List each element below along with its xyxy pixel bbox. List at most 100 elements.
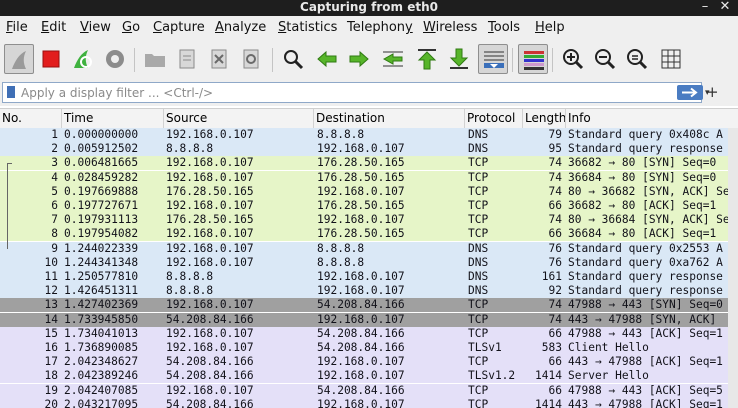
apply-filter-arrow-icon[interactable] [677,85,703,100]
cell-protocol: TCP [468,227,489,241]
reload-icon[interactable] [236,44,266,74]
packet-list: No. Time Source Destination Protocol Len… [0,108,738,408]
column-header-time[interactable]: Time [62,109,164,128]
save-file-icon[interactable] [172,44,202,74]
menu-statistics[interactable]: Statistics [278,20,337,36]
display-filter-input[interactable] [21,83,661,102]
go-back-icon[interactable] [312,44,342,74]
packet-row[interactable]: 10 1.244341348 192.168.0.107 8.8.8.8 DNS 76 St… [0,255,738,270]
column-header-info[interactable]: Info [566,109,738,128]
cell-destination: 8.8.8.8 [317,255,365,269]
display-filter-field: ▾ [2,82,710,103]
open-folder-icon[interactable] [140,44,170,74]
packet-row[interactable]: 5 0.197669888 176.28.50.165 192.168.0.107 TC… [0,184,738,199]
packet-row[interactable]: 15 1.734041013 192.168.0.107 54.208.84.166 T… [0,326,738,341]
cell-time: 1.244022339 [64,241,139,255]
cell-protocol: TCP [468,326,489,340]
menu-capture[interactable]: Capture [153,20,205,36]
add-filter-button[interactable]: + [706,83,719,101]
packet-row[interactable]: 3 0.006481665 192.168.0.107 176.28.50.165 TC… [0,156,738,171]
cell-time: 0.197931113 [64,213,139,227]
window-title: Capturing from eth0 [300,0,438,14]
menu-go[interactable]: Go [122,20,140,36]
minimize-button[interactable]: – [694,0,716,16]
packet-row[interactable]: 12 1.426451311 8.8.8.8 192.168.0.107 DNS 92 St… [0,284,738,299]
menu-edit[interactable]: Edit [41,20,66,36]
bookmark-icon[interactable] [7,86,15,98]
menu-telephony[interactable]: Telephony [347,20,413,36]
cell-length: 74 [548,213,562,227]
packet-row[interactable]: 4 0.028459282 192.168.0.107 176.28.50.165 TC… [0,170,738,185]
cell-source: 192.168.0.107 [166,156,254,170]
packet-row[interactable]: 14 1.733945850 54.208.84.166 192.168.0.107 T… [0,312,738,327]
packet-row[interactable]: 18 2.042389246 54.208.84.166 192.168.0.107 T… [0,369,738,384]
packet-row[interactable]: 19 2.042407085 192.168.0.107 54.208.84.166 T… [0,383,738,398]
go-to-packet-icon[interactable] [378,44,408,74]
zoom-in-icon[interactable] [558,44,588,74]
packet-row[interactable]: 13 1.427402369 192.168.0.107 54.208.84.166 T… [0,298,738,313]
colorize-icon[interactable] [518,44,548,74]
cell-time: 1.250577810 [64,270,139,283]
cell-protocol: TCP [468,170,489,184]
cell-no: 15 [44,326,58,340]
capture-options-icon[interactable] [100,44,130,74]
packet-row[interactable]: 17 2.042348627 54.208.84.166 192.168.0.107 T… [0,355,738,370]
menu-wireless[interactable]: Wireless [423,20,477,36]
packet-row[interactable]: 1 0.000000000 192.168.0.107 8.8.8.8 DNS 79 Sta… [0,128,738,142]
packet-row[interactable]: 2 0.005912502 8.8.8.8 192.168.0.107 DNS 95 Sta… [0,142,738,157]
menu-tools[interactable]: Tools [488,20,520,36]
zoom-out-icon[interactable] [590,44,620,74]
go-last-icon[interactable] [444,44,474,74]
cell-time: 0.000000000 [64,128,139,141]
cell-info: 47988 → 443 [SYN] Seq=0 [568,298,723,312]
cell-length: 1414 [535,397,562,408]
column-header-source[interactable]: Source [164,109,314,128]
cell-length: 161 [541,270,562,283]
menu-analyze[interactable]: Analyze [215,20,266,36]
packet-row[interactable]: 9 1.244022339 192.168.0.107 8.8.8.8 DNS 76 Sta… [0,241,738,256]
cell-source: 54.208.84.166 [166,397,254,408]
find-packet-icon[interactable] [278,44,308,74]
cell-protocol: TCP [468,298,489,312]
cell-length: 74 [548,184,562,198]
go-first-icon[interactable] [412,44,442,74]
cell-protocol: DNS [468,142,489,156]
close-window-button[interactable]: ✕ [714,0,736,16]
cell-destination: 54.208.84.166 [317,383,405,397]
cell-info: Standard query response [568,142,723,156]
column-header-destination[interactable]: Destination [314,109,465,128]
packet-row[interactable]: 6 0.197727671 192.168.0.107 176.28.50.165 TC… [0,199,738,213]
menu-help[interactable]: Help [535,20,565,36]
cell-protocol: DNS [468,284,489,298]
go-forward-icon[interactable] [344,44,374,74]
title-bar: Capturing from eth0 – ✕ [0,0,738,16]
auto-scroll-icon[interactable] [478,44,508,74]
packet-row[interactable]: 11 1.250577810 8.8.8.8 192.168.0.107 DNS 161 S… [0,270,738,284]
cell-destination: 176.28.50.165 [317,156,405,170]
cell-info: 47988 → 443 [ACK] Seq=5 [568,383,723,397]
cell-protocol: TCP [468,184,489,198]
stop-icon[interactable] [36,44,66,74]
cell-destination: 8.8.8.8 [317,241,365,255]
packet-row[interactable]: 7 0.197931113 176.28.50.165 192.168.0.107 TC… [0,213,738,228]
close-file-icon[interactable] [204,44,234,74]
restart-icon[interactable] [68,44,98,74]
packet-row[interactable]: 16 1.736890085 192.168.0.107 54.208.84.166 T… [0,341,738,355]
shark-fin-start-icon[interactable] [4,44,34,74]
menu-view[interactable]: View [80,20,111,36]
resize-columns-icon[interactable] [656,44,686,74]
column-header-length[interactable]: Length [523,109,566,128]
cell-destination: 192.168.0.107 [317,213,405,227]
cell-no: 18 [44,369,58,383]
column-header-no[interactable]: No. [0,109,62,128]
column-header-protocol[interactable]: Protocol [465,109,523,128]
cell-destination: 54.208.84.166 [317,298,405,312]
vertical-scrollbar[interactable] [728,128,738,408]
menu-file[interactable]: File [6,20,28,36]
toolbar-separator [552,48,553,72]
packet-row[interactable]: 20 2.043217095 54.208.84.166 192.168.0.107 T… [0,397,738,408]
cell-time: 0.197669888 [64,184,139,198]
packet-row[interactable]: 8 0.197954082 192.168.0.107 176.28.50.165 TC… [0,227,738,242]
cell-no: 14 [44,312,58,326]
zoom-normal-icon[interactable] [622,44,652,74]
